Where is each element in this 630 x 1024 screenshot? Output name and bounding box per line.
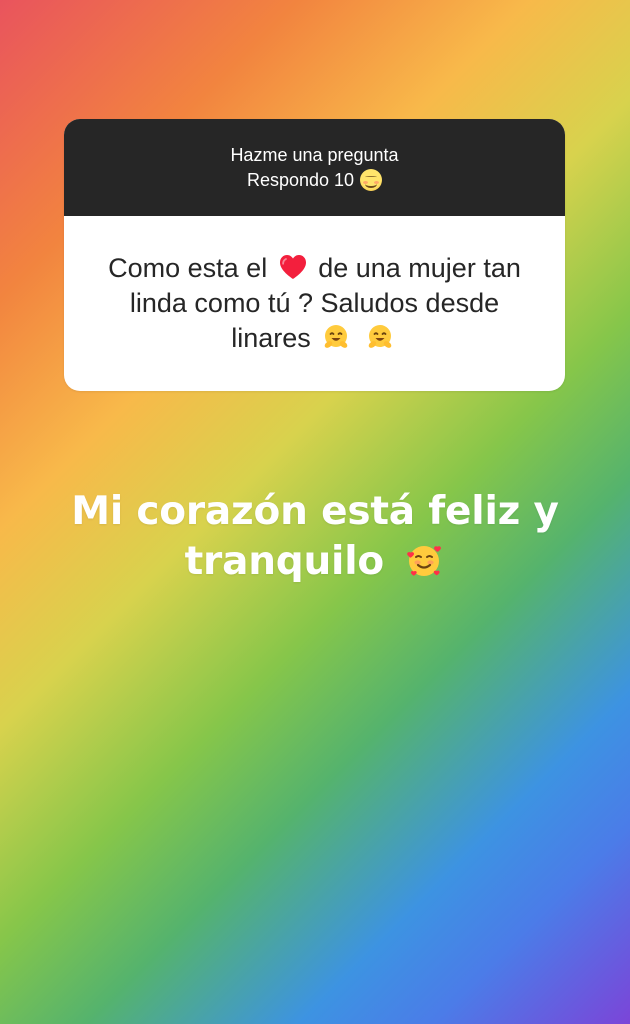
question-text: Como esta el de una mujer tan linda como… — [92, 251, 537, 356]
question-prompt-title: Hazme una pregunta — [230, 144, 398, 166]
instagram-story: Hazme una pregunta Respondo 10 Como esta… — [0, 0, 630, 1024]
question-sticker-header: Hazme una pregunta Respondo 10 — [64, 119, 565, 216]
question-prompt-subtitle-text: Respondo 10 — [246, 170, 355, 190]
hugging-face-icon — [320, 321, 352, 353]
smiling-face-icon — [360, 169, 383, 191]
question-prompt-subtitle: Respondo 10 — [246, 169, 383, 191]
smiling-face-with-hearts-icon — [403, 540, 445, 582]
question-text-part-1: Como esta el — [108, 253, 275, 283]
hugging-face-icon — [364, 321, 396, 353]
question-sticker-body: Como esta el de una mujer tan linda como… — [64, 216, 565, 391]
question-sticker: Hazme una pregunta Respondo 10 Como esta… — [64, 119, 565, 391]
answer-line-2: tranquilo — [184, 539, 385, 584]
question-prompt-title-text: Hazme una pregunta — [230, 145, 399, 165]
answer-text-block: Mi corazón está feliz y tranquilo — [45, 487, 585, 587]
answer-line-1: Mi corazón está feliz y — [71, 489, 559, 534]
answer-line-2-wrapper: tranquilo — [45, 537, 585, 587]
red-heart-icon — [277, 251, 309, 283]
